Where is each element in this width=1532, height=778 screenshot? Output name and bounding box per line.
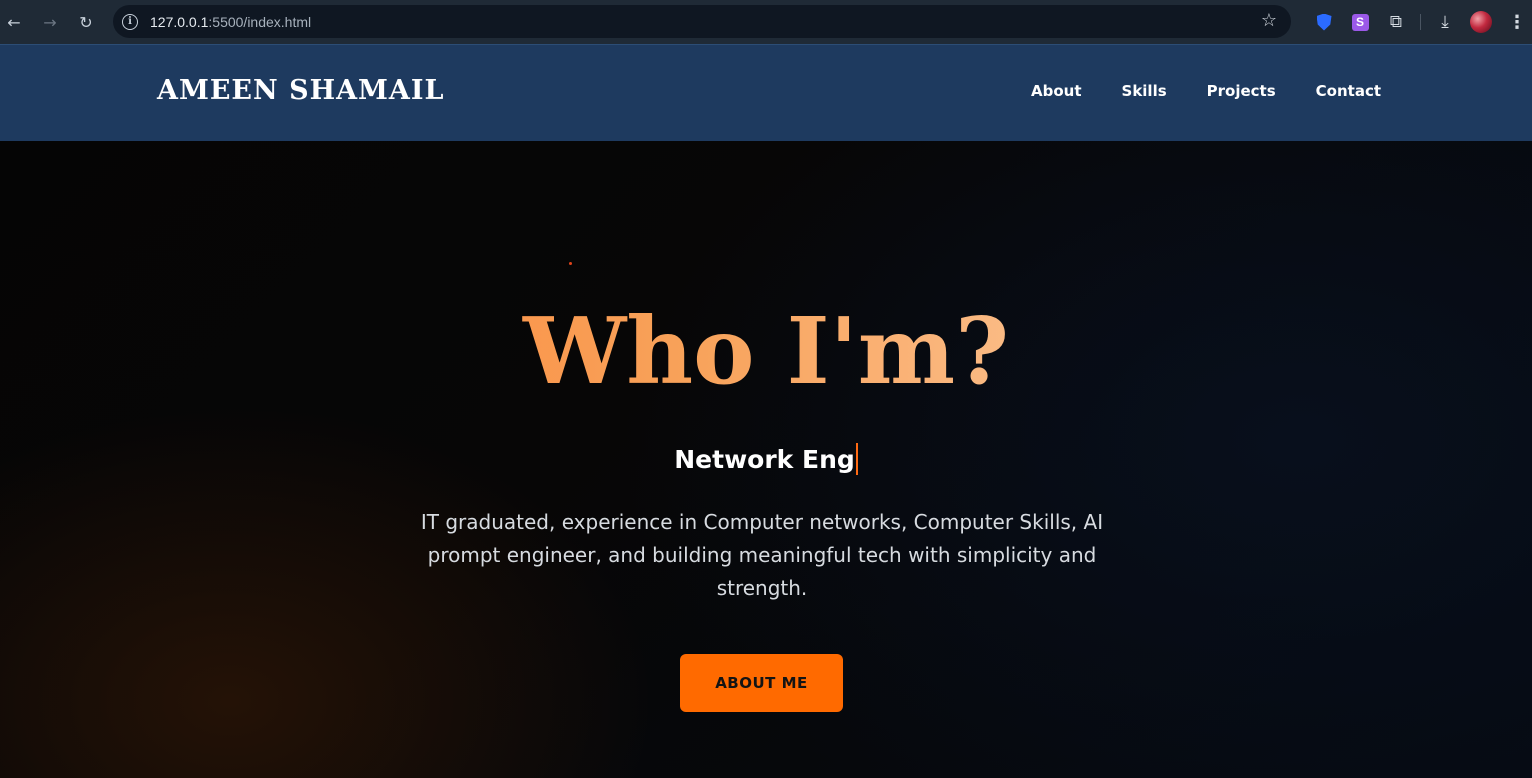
nav-link-skills[interactable]: Skills (1122, 82, 1167, 100)
hero-description: IT graduated, experience in Computer net… (420, 510, 1104, 600)
extensions-area: S ⧉ ⤓ ⋮ (1306, 0, 1532, 44)
reload-button[interactable]: ↻ (68, 0, 104, 44)
site-brand[interactable]: AMEEN SHAMAIL (157, 75, 444, 106)
decorative-dot (569, 262, 572, 265)
toolbar-divider (1420, 14, 1421, 30)
s-extension-icon: S (1351, 13, 1369, 31)
hero-title: Who I'm? (0, 305, 1532, 397)
typing-caret (855, 443, 858, 475)
s-extension-button[interactable]: S (1342, 0, 1378, 44)
address-bar[interactable]: i 127.0.0.1:5500/index.html ☆ (113, 5, 1291, 38)
puzzle-icon: ⧉ (1389, 12, 1403, 32)
profile-button[interactable] (1463, 0, 1499, 44)
url-host: 127.0.0.1 (150, 13, 209, 30)
download-icon: ⤓ (1441, 12, 1449, 32)
typed-role: Network Eng (0, 443, 1532, 475)
avatar (1470, 11, 1492, 33)
extensions-button[interactable]: ⧉ (1378, 0, 1414, 44)
bookmark-star-icon[interactable]: ☆ (1261, 10, 1277, 31)
nav-link-projects[interactable]: Projects (1207, 82, 1276, 100)
back-button[interactable]: ← (0, 0, 32, 44)
nav-link-about[interactable]: About (1031, 82, 1082, 100)
about-me-button[interactable]: ABOUT ME (680, 654, 843, 712)
site-header: AMEEN SHAMAIL About Skills Projects Cont… (0, 44, 1532, 141)
downloads-button[interactable]: ⤓ (1427, 0, 1463, 44)
main-nav: About Skills Projects Contact (1031, 82, 1381, 100)
browser-toolbar: ← → ↻ i 127.0.0.1:5500/index.html ☆ S ⧉ … (0, 0, 1532, 44)
forward-arrow-icon: → (43, 12, 57, 32)
shield-extension-button[interactable] (1306, 0, 1342, 44)
site-info-icon[interactable]: i (122, 13, 138, 30)
url-path: :5500/index.html (208, 13, 312, 30)
shield-icon (1316, 13, 1332, 31)
url-text[interactable]: 127.0.0.1:5500/index.html (150, 14, 311, 30)
back-arrow-icon: ← (7, 12, 21, 32)
reload-icon: ↻ (79, 12, 93, 32)
forward-button[interactable]: → (32, 0, 68, 44)
hero-section: Who I'm? Network Eng IT graduated, exper… (0, 141, 1532, 778)
typed-role-text: Network Eng (674, 445, 855, 474)
kebab-menu-icon: ⋮ (1508, 11, 1526, 33)
nav-link-contact[interactable]: Contact (1316, 82, 1381, 100)
browser-menu-button[interactable]: ⋮ (1499, 0, 1532, 44)
